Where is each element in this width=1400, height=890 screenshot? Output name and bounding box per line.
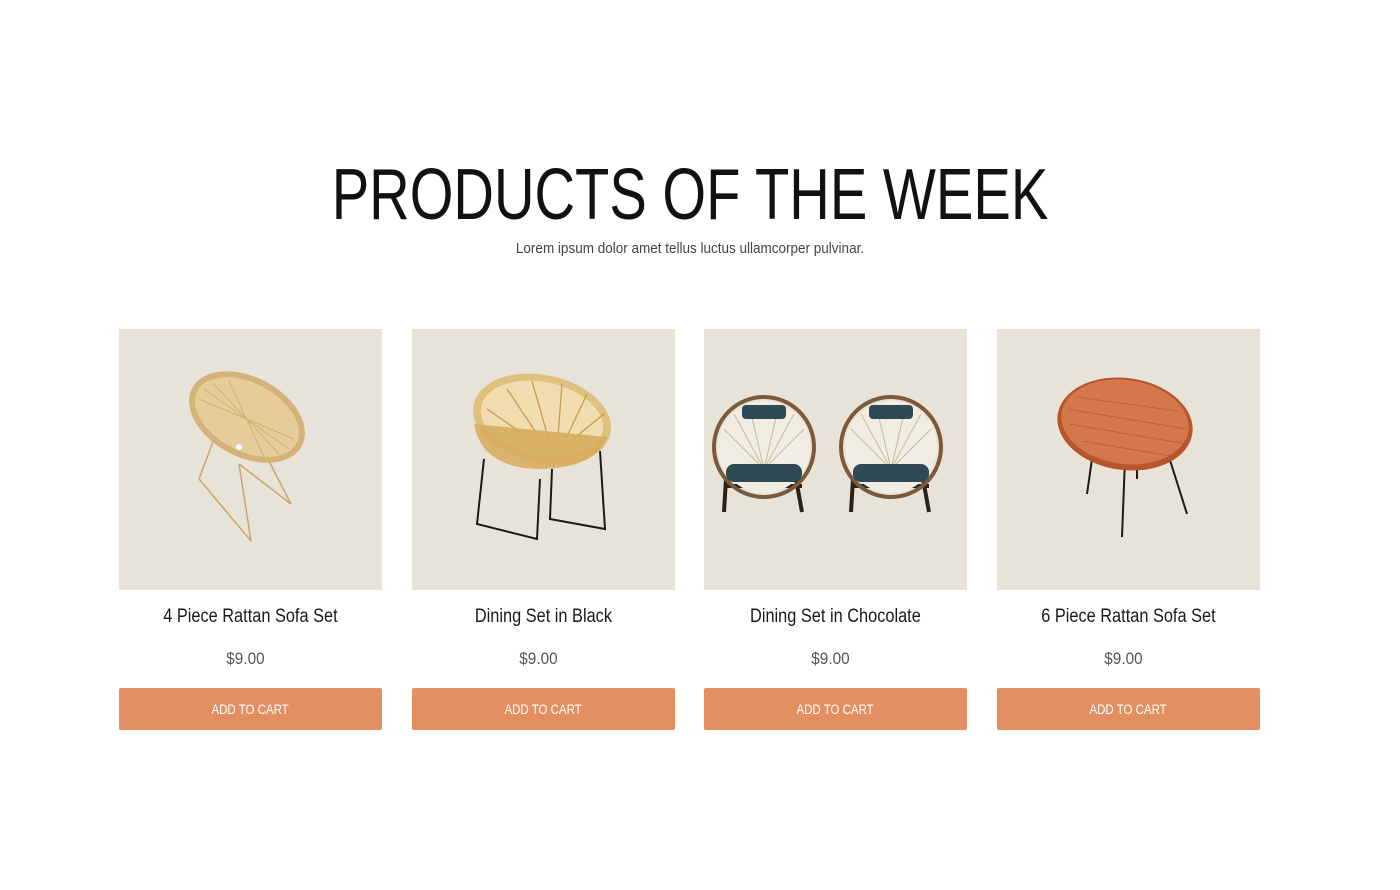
product-price: $9.00 xyxy=(226,649,265,668)
product-price: $9.00 xyxy=(519,649,558,668)
section-subtitle: Lorem ipsum dolor amet tellus luctus ull… xyxy=(515,240,865,257)
rattan-hoop-chair-icon xyxy=(472,373,612,541)
add-to-cart-button[interactable]: ADD TO CART xyxy=(997,688,1260,730)
add-to-cart-label: ADD TO CART xyxy=(1089,701,1168,717)
hoop-lounge-chairs-pair-icon xyxy=(712,395,943,513)
product-card: Dining Set in Chocolate $9.00 ADD TO CAR… xyxy=(704,329,967,731)
products-of-the-week-section: PRODUCTS OF THE WEEK Lorem ipsum dolor a… xyxy=(0,0,1400,890)
product-card: Dining Set in Black $9.00 ADD TO CART xyxy=(412,329,675,731)
product-image-link[interactable] xyxy=(997,329,1260,590)
product-name[interactable]: 6 Piece Rattan Sofa Set xyxy=(1015,605,1241,629)
product-name[interactable]: Dining Set in Chocolate xyxy=(722,605,948,629)
rattan-cone-chair-icon xyxy=(189,371,305,542)
product-card: 4 Piece Rattan Sofa Set $9.00 ADD TO CAR… xyxy=(119,329,382,731)
add-to-cart-button[interactable]: ADD TO CART xyxy=(704,688,967,730)
orange-rattan-bowl-chair-icon xyxy=(1057,377,1193,538)
add-to-cart-label: ADD TO CART xyxy=(504,701,583,717)
add-to-cart-button[interactable]: ADD TO CART xyxy=(119,688,382,730)
product-price: $9.00 xyxy=(1104,649,1143,668)
section-title: PRODUCTS OF THE WEEK xyxy=(331,155,1049,235)
add-to-cart-button[interactable]: ADD TO CART xyxy=(412,688,675,730)
add-to-cart-label: ADD TO CART xyxy=(796,701,875,717)
product-image-link[interactable] xyxy=(119,329,382,590)
add-to-cart-label: ADD TO CART xyxy=(211,701,290,717)
product-grid: 4 Piece Rattan Sofa Set $9.00 ADD TO CAR… xyxy=(119,329,1260,731)
product-price: $9.00 xyxy=(811,649,850,668)
product-image-link[interactable] xyxy=(704,329,967,590)
product-image-link[interactable] xyxy=(412,329,675,590)
product-name[interactable]: 4 Piece Rattan Sofa Set xyxy=(137,605,363,629)
product-name[interactable]: Dining Set in Black xyxy=(430,605,656,629)
product-card: 6 Piece Rattan Sofa Set $9.00 ADD TO CAR… xyxy=(997,329,1260,731)
